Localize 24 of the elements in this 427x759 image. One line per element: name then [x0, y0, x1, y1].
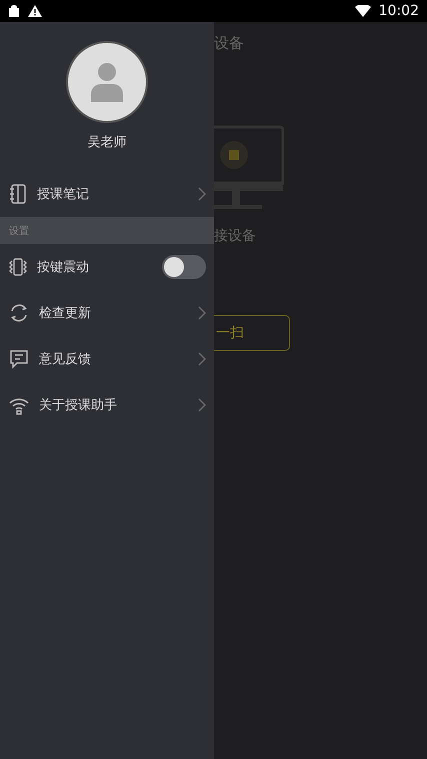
menu-label: 按键震动 [37, 259, 89, 276]
vibrate-icon [9, 257, 27, 277]
wifi-icon [354, 5, 371, 17]
bag-icon [8, 5, 20, 17]
feedback-icon [9, 349, 29, 369]
person-icon [89, 62, 125, 102]
notebook-icon [9, 184, 27, 204]
toggle-switch[interactable] [162, 255, 206, 279]
empty-message: 接设备 [214, 227, 256, 245]
menu-item[interactable]: 检查更新 [0, 290, 214, 336]
chevron-icon [198, 398, 206, 412]
user-name: 吴老师 [86, 134, 128, 151]
warning-icon [28, 5, 42, 17]
page-title: 设备 [214, 34, 244, 53]
scan-button[interactable]: 一扫 [214, 315, 290, 351]
section-header: 设置 [0, 217, 214, 244]
chevron-icon [198, 306, 206, 320]
chevron-icon [198, 187, 206, 201]
menu-item[interactable]: 关于授课助手 [0, 382, 214, 428]
menu-item[interactable]: 授课笔记 [0, 171, 214, 217]
menu-item[interactable]: 意见反馈 [0, 336, 214, 382]
refresh-icon [9, 303, 29, 323]
chevron-icon [198, 352, 206, 366]
clock: 10:02 [378, 3, 419, 19]
